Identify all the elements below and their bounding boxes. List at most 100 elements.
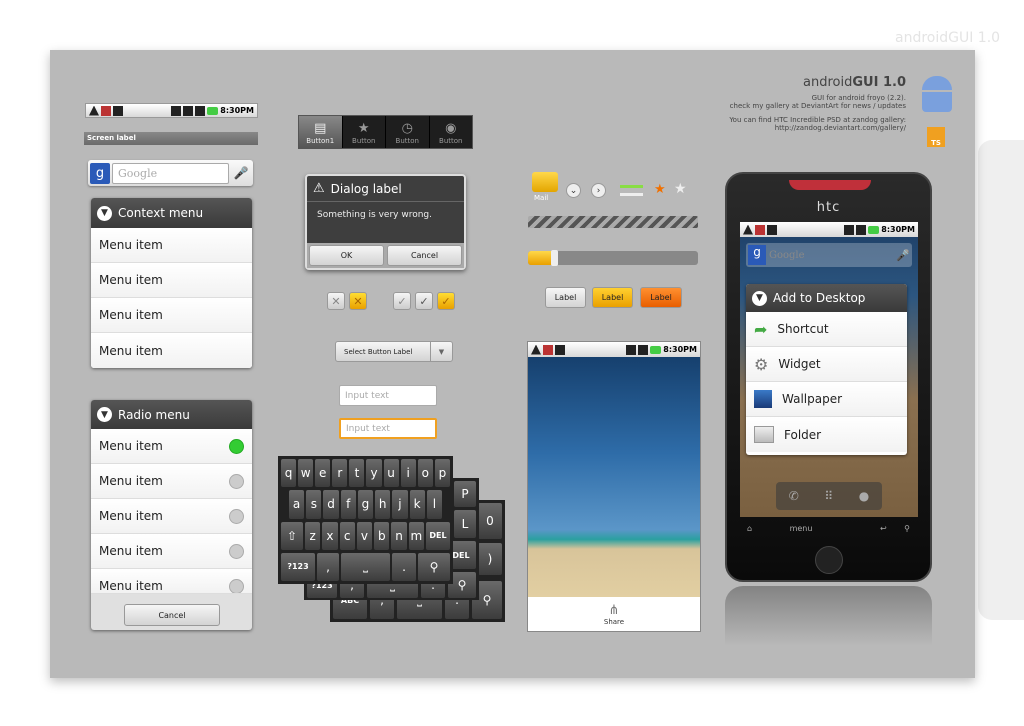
radio-button[interactable] <box>229 543 244 559</box>
key-a[interactable]: a <box>289 490 305 519</box>
key-i[interactable]: i <box>400 459 416 488</box>
radio-item[interactable]: Menu item <box>91 464 252 499</box>
share-button[interactable]: ⋔ Share <box>528 597 700 631</box>
menu-item-shortcut[interactable]: ➦ Shortcut <box>746 312 907 347</box>
radio-button-selected[interactable] <box>229 438 244 454</box>
menu-item[interactable]: Menu item <box>91 228 252 263</box>
label-button[interactable]: Label <box>545 287 586 308</box>
key-h[interactable]: h <box>375 490 391 519</box>
ok-button[interactable]: OK <box>309 245 384 266</box>
label-button-focused[interactable]: Label <box>592 287 633 308</box>
key[interactable]: L <box>454 510 476 538</box>
key-o[interactable]: o <box>417 459 433 488</box>
search-input[interactable]: Google <box>769 250 893 261</box>
menu-item-folder[interactable]: Folder <box>746 417 907 452</box>
share-label: Share <box>603 618 625 626</box>
sim-icon <box>626 344 637 355</box>
key-u[interactable]: u <box>383 459 399 488</box>
key-r[interactable]: r <box>332 459 348 488</box>
mail-label: Mail <box>534 194 549 202</box>
menu-item-wallpaper[interactable]: Wallpaper <box>746 382 907 417</box>
chevron-down-icon[interactable]: ⌄ <box>566 183 581 198</box>
menu-key[interactable]: menu <box>790 524 813 533</box>
title-bold: GUI 1.0 <box>852 75 906 90</box>
key-g[interactable]: g <box>357 490 374 519</box>
trackball[interactable] <box>815 546 843 574</box>
key-e[interactable]: e <box>315 459 331 488</box>
key-p[interactable]: p <box>434 459 450 488</box>
delete-key[interactable]: DEL <box>425 521 450 550</box>
folder-icon <box>754 426 774 443</box>
key-j[interactable]: j <box>392 490 408 519</box>
input-field-focused[interactable]: Input text <box>339 418 437 439</box>
cancel-button[interactable]: Cancel <box>387 245 462 266</box>
input-field[interactable]: Input text <box>339 385 437 406</box>
key-m[interactable]: m <box>408 521 424 550</box>
app-drawer-icon[interactable]: ⠿ <box>824 489 833 503</box>
shift-key-icon[interactable]: ⇧ <box>281 521 303 550</box>
key[interactable]: ) <box>478 543 502 576</box>
tab-bookmark[interactable]: ★ Button <box>342 116 385 148</box>
menu-item[interactable]: Menu item <box>91 298 252 333</box>
key-l[interactable]: l <box>426 490 442 519</box>
checkbox-checked[interactable]: ✓ <box>415 292 433 310</box>
microphone-icon[interactable]: 🎤 <box>231 163 251 184</box>
radio-button[interactable] <box>229 508 244 524</box>
key-s[interactable]: s <box>306 490 322 519</box>
star-off-icon[interactable]: ★ <box>674 181 687 197</box>
key-space[interactable]: ⎵ <box>341 552 390 581</box>
star-on-icon[interactable]: ★ <box>654 182 666 197</box>
microphone-icon[interactable]: 🎤 <box>896 249 910 262</box>
key-symbols[interactable]: ?123 <box>281 552 315 581</box>
back-icon[interactable]: ↩ <box>880 524 887 533</box>
key-period[interactable]: . <box>392 552 416 581</box>
radio-item[interactable]: Menu item <box>91 534 252 569</box>
select-button[interactable]: Select Button Label ▼ <box>335 341 453 362</box>
key[interactable]: 0 <box>478 503 502 539</box>
tab-clock[interactable]: ◷ Button <box>386 116 429 148</box>
menu-item-widget[interactable]: ⚙ Widget <box>746 347 907 382</box>
cancel-button[interactable]: Cancel <box>124 604 220 626</box>
key-k[interactable]: k <box>409 490 425 519</box>
key-f[interactable]: f <box>340 490 356 519</box>
key-b[interactable]: b <box>374 521 390 550</box>
tab-button1[interactable]: ▤ Button1 <box>299 116 342 148</box>
radio-item[interactable]: Menu item <box>91 429 252 464</box>
search-input[interactable]: Google <box>112 162 229 184</box>
chevron-right-icon[interactable]: › <box>591 183 606 198</box>
key[interactable]: P <box>454 481 476 507</box>
menu-item[interactable]: Menu item <box>91 263 252 298</box>
checkbox-x[interactable]: ✕ <box>327 292 345 310</box>
key-w[interactable]: w <box>298 459 314 488</box>
tab-eye[interactable]: ◉ Button <box>429 116 472 148</box>
home-icon[interactable]: ⌂ <box>747 524 752 533</box>
key-comma[interactable]: , <box>317 552 339 581</box>
key-n[interactable]: n <box>391 521 407 550</box>
key-y[interactable]: y <box>366 459 382 488</box>
key-t[interactable]: t <box>349 459 365 488</box>
radio-item[interactable]: Menu item <box>91 499 252 534</box>
search-icon[interactable]: ⚲ <box>904 524 910 533</box>
checkbox-x-pressed[interactable]: ✕ <box>349 292 367 310</box>
checkbox-checked-pressed[interactable]: ✓ <box>437 292 455 310</box>
radio-item-label: Menu item <box>99 579 163 593</box>
key-q[interactable]: q <box>281 459 297 488</box>
key-c[interactable]: c <box>339 521 355 550</box>
key-z[interactable]: z <box>305 521 321 550</box>
label-button-pressed[interactable]: Label <box>640 287 682 308</box>
radio-button[interactable] <box>229 579 244 593</box>
mail-icon[interactable] <box>532 172 558 192</box>
radio-item[interactable]: Menu item <box>91 569 252 594</box>
slider-thumb[interactable] <box>550 250 558 266</box>
slider[interactable] <box>528 250 698 266</box>
key-d[interactable]: d <box>323 490 339 519</box>
radio-button[interactable] <box>229 473 244 489</box>
search-key-icon[interactable]: ⚲ <box>418 552 450 581</box>
key-v[interactable]: v <box>356 521 373 550</box>
phone-icon[interactable]: ✆ <box>789 489 799 503</box>
checkbox-check[interactable]: ✓ <box>393 292 411 310</box>
browser-icon[interactable]: ● <box>859 489 869 503</box>
key-x[interactable]: x <box>322 521 338 550</box>
header-link[interactable]: http://zandog.deviantart.com/gallery/ <box>650 124 906 132</box>
menu-item[interactable]: Menu item <box>91 333 252 368</box>
